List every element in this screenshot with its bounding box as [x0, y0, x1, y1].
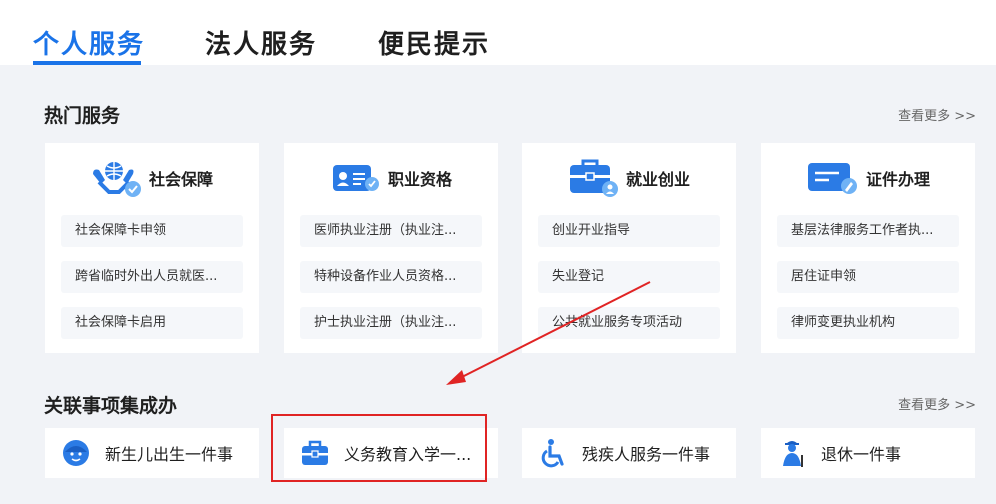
annotation-arrow — [446, 281, 651, 385]
